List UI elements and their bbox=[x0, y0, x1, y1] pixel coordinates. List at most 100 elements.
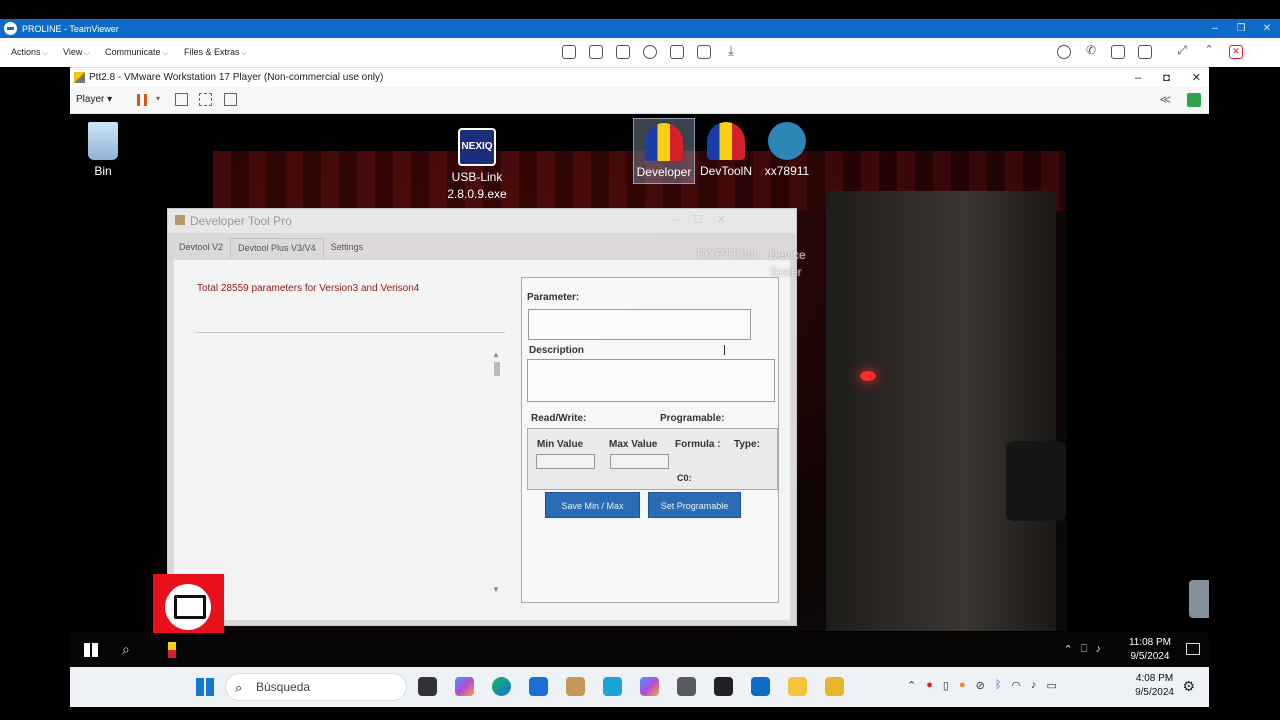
min-value-label: Min Value bbox=[537, 439, 584, 450]
dropdown-icon[interactable]: ▾ bbox=[156, 94, 160, 103]
desktop-icon-developer[interactable]: Developer bbox=[633, 118, 695, 184]
call-icon[interactable]: ✆ bbox=[1084, 44, 1098, 59]
tab-settings[interactable]: Settings bbox=[324, 238, 371, 258]
chevron-up-icon[interactable]: ⌃ bbox=[907, 679, 916, 692]
back-icon[interactable]: ≪ bbox=[1159, 93, 1171, 106]
laptop-icon bbox=[165, 584, 211, 630]
teamviewer-menubar: Actions View Communicate Files & Extras … bbox=[0, 38, 1280, 67]
maximize-icon[interactable]: ❐ bbox=[1228, 19, 1254, 38]
volume-icon[interactable]: ♪ bbox=[1031, 679, 1037, 692]
avast-icon[interactable]: ● bbox=[959, 679, 966, 692]
unity-icon[interactable] bbox=[224, 93, 237, 106]
wallpaper-tires bbox=[1006, 441, 1066, 521]
guest-clock[interactable]: 11:08 PM 9/5/2024 bbox=[1129, 636, 1171, 664]
refresh-icon[interactable] bbox=[643, 45, 657, 59]
windows-start-icon[interactable] bbox=[84, 643, 98, 657]
desktop-icon-devtooln[interactable]: DevToolN bbox=[693, 122, 759, 180]
app-icon bbox=[175, 215, 185, 225]
fit-guest-icon[interactable] bbox=[199, 93, 212, 106]
collapse-icon[interactable]: ⌃ bbox=[1202, 45, 1216, 59]
copilot-icon[interactable] bbox=[455, 677, 474, 696]
remote-device-icon[interactable] bbox=[616, 45, 630, 59]
windows-start-icon[interactable] bbox=[196, 678, 214, 696]
menu-view[interactable]: View bbox=[63, 47, 90, 58]
menu-communicate[interactable]: Communicate bbox=[105, 47, 168, 58]
set-programable-button[interactable]: Set Programable bbox=[648, 492, 741, 518]
pause-icon[interactable] bbox=[137, 94, 147, 106]
file-explorer-icon[interactable] bbox=[788, 677, 807, 696]
scroll-up-icon[interactable]: ▲ bbox=[492, 350, 500, 359]
fullscreen-icon[interactable]: ⤢ bbox=[1175, 44, 1189, 59]
search-box[interactable]: ⌕ Búsqueda bbox=[225, 673, 407, 701]
minimize-icon[interactable]: – bbox=[1202, 19, 1228, 38]
battery-status-icon[interactable]: ▭ bbox=[1047, 679, 1057, 692]
network-icon[interactable]: ⎕ bbox=[1081, 643, 1088, 656]
teamviewer-app-icon[interactable] bbox=[751, 677, 770, 696]
bluetooth-icon[interactable]: ᛒ bbox=[995, 679, 1002, 692]
max-value-input[interactable] bbox=[610, 454, 669, 469]
chevron-up-icon[interactable]: ⌃ bbox=[1064, 643, 1073, 656]
maximize-icon[interactable]: ◘ bbox=[1163, 68, 1170, 88]
parameter-input[interactable] bbox=[528, 309, 751, 355]
end-session-icon[interactable]: ✕ bbox=[1229, 45, 1243, 59]
host-clock[interactable]: 4:08 PM 9/5/2024 bbox=[1135, 672, 1174, 700]
send-ctrl-alt-del-icon[interactable] bbox=[175, 93, 188, 106]
developer-app-icon[interactable] bbox=[168, 642, 176, 658]
edge-icon[interactable] bbox=[492, 677, 511, 696]
menu-actions[interactable]: Actions bbox=[11, 47, 48, 58]
formula-label: Formula : bbox=[675, 439, 721, 450]
keyboard-icon[interactable] bbox=[589, 45, 603, 59]
copilot-app-icon[interactable] bbox=[640, 677, 659, 696]
parameter-label: Parameter: bbox=[527, 292, 580, 303]
desktop-icon-xx78911[interactable]: xx78911 bbox=[754, 122, 820, 180]
volume-icon[interactable]: ♪ bbox=[1096, 643, 1102, 656]
tray-app-icon[interactable]: ● bbox=[926, 679, 933, 692]
notes-icon[interactable] bbox=[1187, 93, 1201, 107]
screen-share-icon[interactable] bbox=[670, 45, 684, 59]
desktop-icon-device-tester[interactable]: Device Tester bbox=[769, 247, 809, 281]
save-min-max-button[interactable]: Save Min / Max bbox=[545, 492, 640, 518]
search-icon[interactable]: ⌕ bbox=[122, 641, 130, 658]
total-parameters-text: Total 28559 parameters for Version3 and … bbox=[197, 283, 420, 294]
tool-icon bbox=[768, 122, 806, 160]
desktop-icon-fixptt[interactable]: FIXPTT.bat bbox=[697, 247, 757, 261]
close-icon[interactable]: ✕ bbox=[1254, 19, 1280, 38]
whiteboard-icon[interactable] bbox=[1111, 45, 1125, 59]
camera-icon[interactable] bbox=[1138, 45, 1152, 59]
tab-devtool-plus[interactable]: Devtool Plus V3/V4 bbox=[230, 238, 324, 258]
description-field[interactable] bbox=[527, 359, 775, 402]
battery-icon[interactable]: ▯ bbox=[943, 679, 949, 692]
close-icon[interactable]: ✕ bbox=[1192, 68, 1201, 88]
dashboard-icon[interactable] bbox=[562, 45, 576, 59]
ptt-app-icon[interactable] bbox=[825, 677, 844, 696]
gear-icon[interactable]: ⚙ bbox=[1182, 678, 1195, 695]
minimize-icon[interactable]: – bbox=[1135, 68, 1141, 88]
window-controls[interactable]: –☐✕ bbox=[673, 213, 740, 226]
eye-off-icon[interactable]: ⊘ bbox=[976, 679, 985, 692]
system-tray: ⌃ ⎕ ♪ bbox=[1064, 643, 1101, 656]
text-app-icon[interactable] bbox=[603, 677, 622, 696]
scroll-down-icon[interactable]: ▼ bbox=[492, 585, 500, 594]
desktop-icon-label: Bin bbox=[94, 164, 112, 178]
tab-devtool-v2[interactable]: Devtool V2 bbox=[172, 238, 230, 258]
s-app-icon[interactable] bbox=[714, 677, 733, 696]
download-icon[interactable]: ⤓ bbox=[724, 44, 738, 59]
chat-icon[interactable] bbox=[1057, 45, 1071, 59]
app-icon[interactable] bbox=[566, 677, 585, 696]
task-view-icon[interactable] bbox=[418, 677, 437, 696]
min-value-input[interactable] bbox=[536, 454, 595, 469]
flag-icon bbox=[707, 122, 745, 160]
teamviewer-side-tab[interactable] bbox=[1189, 580, 1209, 618]
wallpaper-door bbox=[826, 191, 1056, 631]
scrollbar-thumb[interactable] bbox=[494, 362, 500, 376]
wifi-icon[interactable]: ◠ bbox=[1011, 679, 1021, 692]
notification-icon[interactable] bbox=[1186, 643, 1200, 655]
vmware-titlebar: Ptt2.8 - VMware Workstation 17 Player (N… bbox=[70, 67, 1209, 87]
player-menu[interactable]: Player ▾ bbox=[76, 94, 112, 105]
vmware-app-icon[interactable] bbox=[677, 677, 696, 696]
block-input-icon[interactable] bbox=[697, 45, 711, 59]
menu-files-extras[interactable]: Files & Extras bbox=[184, 47, 247, 58]
store-icon[interactable] bbox=[529, 677, 548, 696]
desktop-icon-bin[interactable]: Bin bbox=[70, 122, 138, 180]
desktop-icon-usb-link[interactable]: NEXIQ USB-Link 2.8.0.9.exe bbox=[441, 128, 513, 203]
